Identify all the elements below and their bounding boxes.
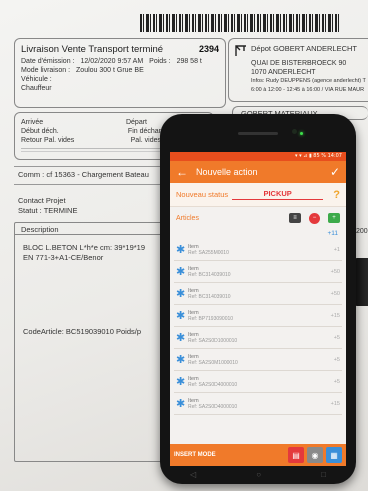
nav-recents-icon[interactable]: □ [321, 470, 326, 479]
vehicule-label: Véhicule : [21, 76, 52, 83]
depot-title: Dépot GOBERT ANDERLECHT [251, 44, 358, 53]
notification-led [300, 132, 303, 135]
depot-address-2: 1070 ANDERLECHT [251, 69, 316, 76]
app-bar: ← Nouvelle action ✓ [170, 161, 346, 183]
list-item[interactable]: ✱ Item Ref: SA2S0D1000010 +5 [174, 327, 342, 349]
date-value: 12/02/2020 9:57 AM [80, 58, 144, 65]
grid-icon[interactable]: ▦ [326, 447, 342, 463]
status-dropdown[interactable]: PICKUP [232, 189, 324, 200]
asterisk-icon: ✱ [176, 332, 186, 344]
articles-toolbar: Articles ≡ − + [170, 207, 346, 229]
bottom-toolbar: INSERT MODE ▤ ◉ ▦ [170, 444, 346, 466]
status-selector-row: Nouveau status PICKUP ? [170, 183, 346, 207]
mode-label: Mode livraison : [21, 67, 71, 74]
app-screen: ▾ ▾ ⊿ ▮ 85 % 14:07 ← Nouvelle action ✓ N… [170, 152, 346, 466]
help-icon[interactable]: ? [333, 189, 340, 201]
pdf-icon[interactable]: ▤ [288, 447, 304, 463]
asterisk-icon: ✱ [176, 310, 186, 322]
front-camera [292, 129, 297, 134]
debut-dechargement-label: Début déch. [21, 128, 59, 135]
smartphone: ▾ ▾ ⊿ ▮ 85 % 14:07 ← Nouvelle action ✓ N… [160, 114, 356, 484]
list-item[interactable]: ✱ Item Ref: BC314039010 +50 [174, 283, 342, 305]
crane-logo-icon [235, 45, 246, 56]
barcode [140, 14, 340, 32]
delivery-title: Livraison Vente Transport terminé [21, 44, 164, 55]
back-arrow-icon[interactable]: ← [176, 165, 190, 179]
add-icon[interactable]: + [328, 213, 340, 223]
delivery-header-box: Livraison Vente Transport terminé 2394 D… [14, 38, 226, 108]
status-bar: ▾ ▾ ⊿ ▮ 85 % 14:07 [170, 152, 346, 161]
asterisk-icon: ✱ [176, 266, 186, 278]
retour-palettes-label: Retour Pal. vides [21, 137, 75, 144]
list-item[interactable]: ✱ Item Ref: SA2S0D4000010 +15 [174, 393, 342, 415]
list-item[interactable]: ✱ Item Ref: SA2S0D4000010 +5 [174, 371, 342, 393]
depot-address-1: QUAI DE BISTERBROECK 90 [251, 60, 347, 67]
asterisk-icon: ✱ [176, 376, 186, 388]
list-item[interactable]: ✱ Item Ref: BC314039010 +50 [174, 261, 342, 283]
remove-icon[interactable]: − [309, 212, 320, 224]
list-item[interactable]: ✱ Item Ref: SA255M0010 +1 [174, 239, 342, 261]
contact-projet-label: Contact Projet [18, 196, 66, 205]
nav-back-icon[interactable]: ◁ [190, 470, 196, 479]
list-item[interactable]: ✱ Item Ref: BP7193090010 +15 [174, 305, 342, 327]
confirm-check-icon[interactable]: ✓ [330, 165, 340, 179]
list-item[interactable]: ✱ Item Ref: SA2S0M1000010 +5 [174, 349, 342, 371]
pen [354, 258, 368, 306]
asterisk-icon: ✱ [176, 398, 186, 410]
articles-list: ✱ Item Ref: SA255M0010 +1 ✱ Item Ref: BC31… [170, 239, 346, 415]
list-add-icon[interactable]: ≡ [289, 213, 301, 223]
speaker-grill [238, 132, 278, 135]
side-number: 200 [356, 228, 368, 235]
commande-line: Comm : cf 15363 - Chargement Bateau [18, 170, 149, 179]
statut-label: Statut : TERMINE [18, 206, 78, 215]
poids-value: 298 58 t [176, 58, 202, 65]
depot-address-3: Infos: Rudy DEUPPENS (agence anderlecht)… [251, 78, 366, 84]
depot-box: Dépot GOBERT ANDERLECHT QUAI DE BISTERBR… [228, 38, 368, 102]
mode-value: Zoulou 300 t Grue BE [76, 67, 144, 74]
articles-label: Articles [176, 214, 199, 222]
articles-count: +11 [327, 230, 338, 237]
description-header: Description [21, 225, 59, 234]
nav-home-icon[interactable]: ○ [256, 470, 261, 479]
depot-address-4: 6:00 à 12:00 - 12:45 à 16:00 / VIA RUE M… [251, 87, 365, 93]
code-article-line: CodeArticle: BC519039010 Poids/p [23, 327, 141, 336]
asterisk-icon: ✱ [176, 354, 186, 366]
depart-label: Départ [125, 119, 147, 126]
status-label: Nouveau status [176, 190, 229, 199]
eye-icon[interactable]: ◉ [307, 447, 323, 463]
delivery-number: 2394 [198, 44, 219, 54]
poids-label: Poids : [149, 58, 171, 65]
asterisk-icon: ✱ [176, 244, 186, 256]
chauffeur-label: Chauffeur [21, 85, 52, 92]
fin-dechargement-label: Fin déchar [127, 128, 161, 135]
date-label: Date d'émission : [21, 58, 75, 65]
app-title: Nouvelle action [196, 167, 258, 177]
palettes-vides-label: Pal. vides [130, 137, 161, 144]
asterisk-icon: ✱ [176, 288, 186, 300]
nav-keys: ◁ ○ □ [160, 468, 356, 480]
arrivee-label: Arrivée [21, 119, 44, 126]
insert-mode-button[interactable]: INSERT MODE [174, 452, 285, 458]
